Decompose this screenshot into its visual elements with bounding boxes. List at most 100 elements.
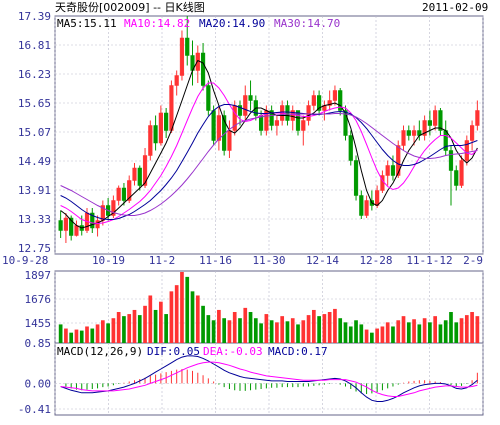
volume-bar [127,314,132,343]
date-tick-label: 10-19 [92,254,125,267]
chart-title: 天奇股份[002009] -- 日K线图 [55,0,205,14]
macd-legend-dea: DEA:-0.03 [203,345,263,358]
candle-up [475,110,480,126]
volume-bar [443,320,448,343]
chart-date: 2011-02-09 [422,1,488,14]
volume-bar [406,322,411,343]
candle-down [427,120,432,126]
volume-bar [264,314,269,343]
volume-bar [116,312,121,343]
legend-ma5: MA5:15.11 [57,17,117,30]
candle-up [116,187,121,201]
volume-bar [375,328,379,343]
date-tick-label: 12-28 [359,254,392,267]
price-tick-label: 15.65 [18,97,51,110]
volume-bar [64,328,68,343]
candle-up [469,125,475,141]
price-axis: 17.39 16.81 16.23 15.65 15.07 14.49 13.91 13.33… [18,10,51,255]
volume-bar [227,320,232,343]
volume-bar [259,323,263,343]
volume-bar [459,318,464,343]
candle-up [375,190,380,206]
candle-up [401,130,406,146]
candle-down [153,125,158,144]
candle-up [311,95,316,106]
volume-bar [58,324,63,343]
date-tick-label: 11-16 [199,254,232,267]
candle-up [195,52,200,71]
volume-bar [280,316,285,343]
candle-down [164,112,169,131]
volume-tick-label: 1897 [25,269,52,282]
volume-bar [422,318,427,343]
candle-up [179,37,185,76]
legend-ma20: MA20:14.90 [199,17,265,30]
volume-bar [311,309,316,343]
volume-tick-label: 1455 [25,317,52,330]
date-axis: 10-9-28 10-19 11-2 11-16 11-30 12-14 12-28 11-1… [2,254,483,267]
volume-bar [111,318,116,343]
volume-bar [401,316,406,343]
volume-bar [449,312,453,343]
candle-up [132,167,137,181]
volume-bar [90,328,95,343]
volume-bar [364,329,369,343]
price-tick-label: 13.33 [18,213,51,226]
volume-bar [238,318,242,343]
volume-bar [417,324,422,343]
volume-bar [248,312,253,343]
volume-bar [285,321,290,343]
volume-tick-label: 0.85 [25,337,52,350]
volume-bar [185,276,190,343]
volume-bar [190,291,195,343]
candle-down [206,85,211,111]
candle-down [211,110,216,141]
price-tick-label: 13.91 [18,184,51,197]
volume-bar [338,318,343,343]
volume-bar [69,332,74,343]
date-tick-label: 11-1-12 [406,254,452,267]
volume-bar [132,309,137,343]
volume-bar [79,330,84,343]
candle-up [158,112,163,144]
candle-down [348,135,353,161]
volume-bar [385,322,390,343]
price-tick-label: 16.23 [18,68,51,81]
dif-line [60,355,478,402]
candle-up [243,95,248,116]
volume-bar [391,326,395,343]
volume-bar [217,309,221,343]
candle-down [248,95,253,101]
volume-bar [359,324,364,343]
volume-bar [211,320,216,343]
volume-bar [159,301,163,343]
volume-bar [433,316,438,343]
candle-up [459,160,464,186]
candle-up [306,105,311,121]
candle-up [274,120,280,126]
volume-bar [148,295,153,343]
volume-bar [396,320,401,343]
volume-bar [275,322,279,343]
candle-down [454,170,459,186]
date-tick-label: 10-9-28 [2,254,48,267]
candle-up [148,125,153,156]
macd-lines [60,355,478,402]
price-tick-label: 17.39 [18,10,51,23]
volume-bar [174,285,179,343]
volume-bar [243,307,248,343]
volume-bar [137,315,142,343]
date-tick-label: 11-30 [252,254,285,267]
volume-bar [95,324,100,343]
candle-up [301,120,306,131]
macd-legend-dif: DIF:0.05 [147,345,200,358]
volume-bar [317,316,321,343]
volume-bar [269,320,274,343]
candle-up [364,200,369,216]
volume-bar [206,315,211,343]
date-tick-label: 11-2 [149,254,176,267]
volume-bar [412,319,416,343]
volume-bar [306,315,311,343]
volume-bar [290,318,295,343]
volume-bar [106,323,110,343]
